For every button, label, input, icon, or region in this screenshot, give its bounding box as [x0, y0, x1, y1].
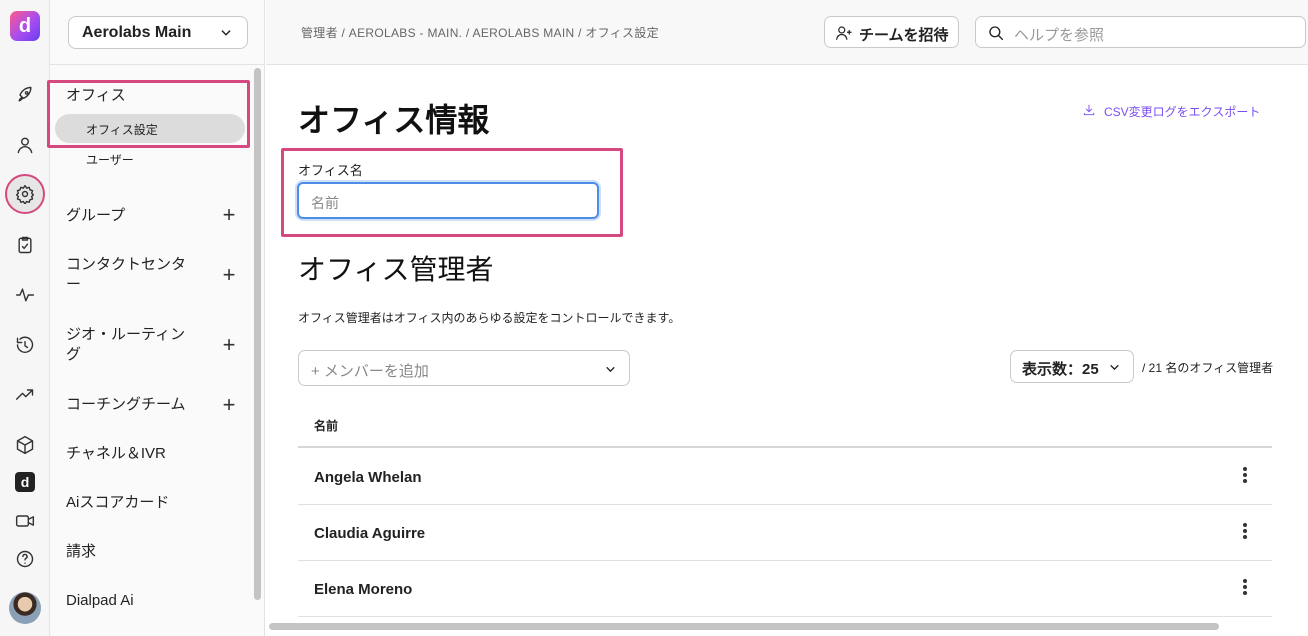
admins-title: オフィス管理者 [298, 254, 494, 285]
plus-icon[interactable]: + [220, 394, 238, 416]
sidebar-section-groups[interactable]: グループ [66, 206, 206, 226]
divider [298, 560, 1272, 561]
column-header-name[interactable]: 名前 [314, 417, 338, 434]
admin-count: / 21 名のオフィス管理者 [1142, 361, 1274, 375]
sidebar-section-office[interactable]: オフィス [66, 86, 206, 106]
office-name-input[interactable]: 名前 [297, 182, 599, 219]
search-icon [989, 26, 1004, 41]
activity-icon[interactable] [13, 283, 37, 307]
sidebar-section-channels-ivr[interactable]: チャネル＆IVR [66, 444, 206, 464]
gear-icon[interactable] [5, 174, 45, 214]
help-icon[interactable] [13, 547, 37, 571]
table-row[interactable]: Claudia Aguirre [314, 525, 425, 542]
table-row[interactable]: Elena Moreno [314, 581, 412, 598]
divider [298, 504, 1272, 505]
workspace-name: Aerolabs Main [82, 24, 192, 41]
page-size-label: 表示数：25 [1022, 361, 1099, 378]
invite-team-button[interactable]: チームを招待 [824, 16, 959, 48]
plus-icon[interactable]: + [220, 334, 238, 356]
divider [298, 616, 1272, 617]
divider [298, 446, 1272, 448]
user-icon[interactable] [13, 133, 37, 157]
page-title: オフィス情報 [298, 102, 490, 138]
add-member-placeholder: + メンバーを追加 [311, 363, 429, 380]
sidebar-section-billing[interactable]: 請求 [66, 542, 206, 562]
workspace-selector[interactable]: Aerolabs Main [68, 16, 248, 49]
plus-icon[interactable]: + [220, 264, 238, 286]
more-options-icon[interactable] [1240, 522, 1250, 542]
chevron-down-icon [221, 30, 231, 36]
settings-sidebar: Aerolabs Main オフィス オフィス設定 ユーザー グループ + コン… [47, 0, 265, 636]
sidebar-section-contact-center[interactable]: コンタクトセンター [66, 255, 194, 295]
add-member-select[interactable]: + メンバーを追加 [298, 350, 630, 386]
page-size-select[interactable]: 表示数：25 [1010, 350, 1134, 383]
divider [50, 64, 264, 65]
help-search-input[interactable]: ヘルプを参照 [975, 16, 1306, 48]
sidebar-section-ai-scorecard[interactable]: Aiスコアカード [66, 493, 206, 513]
top-bar: 管理者 / AEROLABS - MAIN. / AEROLABS MAIN /… [266, 0, 1308, 65]
video-icon[interactable] [13, 509, 37, 533]
invite-label: チームを招待 [859, 27, 949, 44]
trending-icon[interactable] [13, 383, 37, 407]
sidebar-section-dialpad-ai[interactable]: Dialpad Ai [66, 591, 206, 611]
sidebar-scrollbar[interactable] [254, 68, 261, 600]
main-content: オフィス情報 CSV変更ログをエクスポート オフィス名 名前 オフィス管理者 オ… [266, 65, 1308, 636]
history-icon[interactable] [13, 333, 37, 357]
chevron-down-icon [606, 366, 615, 373]
rocket-icon[interactable] [13, 83, 37, 107]
clipboard-icon[interactable] [13, 233, 37, 257]
sidebar-section-coaching-team[interactable]: コーチングチーム [66, 395, 206, 415]
sidebar-item-office-settings[interactable]: オフィス設定 [55, 114, 245, 143]
avatar[interactable] [9, 592, 41, 624]
search-placeholder: ヘルプを参照 [1014, 27, 1105, 44]
chevron-down-icon [1110, 364, 1119, 371]
more-options-icon[interactable] [1240, 578, 1250, 598]
more-options-icon[interactable] [1240, 466, 1250, 486]
sidebar-section-geo-routing[interactable]: ジオ・ルーティング [66, 325, 194, 365]
dialpad-small-icon[interactable]: d [15, 472, 35, 492]
app-rail: d d [0, 0, 50, 636]
plus-icon[interactable]: + [220, 204, 238, 226]
horizontal-scrollbar[interactable] [269, 623, 1219, 630]
dialpad-logo-icon[interactable]: d [10, 11, 40, 41]
add-user-icon [835, 26, 852, 40]
cube-icon[interactable] [13, 433, 37, 457]
export-label: CSV変更ログをエクスポート [1104, 105, 1261, 119]
table-row[interactable]: Angela Whelan [314, 469, 422, 486]
admins-description: オフィス管理者はオフィス内のあらゆる設定をコントロールできます。 [298, 311, 681, 325]
export-csv-link[interactable]: CSV変更ログをエクスポート [1082, 103, 1260, 120]
download-icon [1083, 104, 1095, 116]
office-name-label: オフィス名 [298, 163, 363, 178]
breadcrumb: 管理者 / AEROLABS - MAIN. / AEROLABS MAIN /… [301, 26, 659, 40]
sidebar-item-users[interactable]: ユーザー [86, 151, 134, 168]
